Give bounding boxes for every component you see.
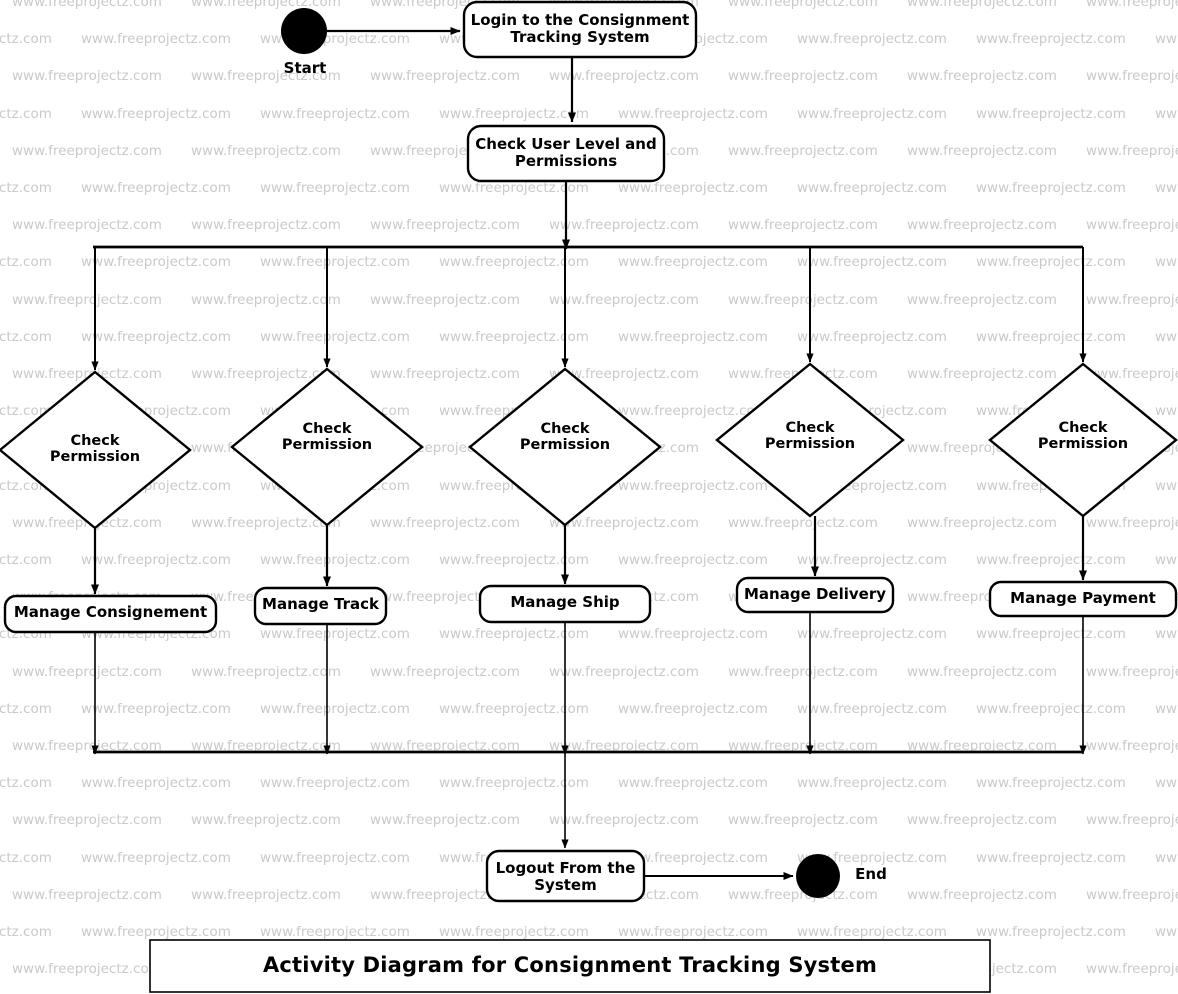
decision-check-permission-2[interactable] xyxy=(230,367,424,527)
diagram-layer: Start Login to the Consignment Tracking … xyxy=(0,0,1178,994)
title-box xyxy=(149,939,991,993)
action-manage-track[interactable] xyxy=(253,586,388,626)
decision-check-permission-3[interactable] xyxy=(468,367,662,527)
action-manage-payment[interactable] xyxy=(988,580,1178,618)
action-manage-ship[interactable] xyxy=(478,584,652,624)
decision-check-permission-5[interactable] xyxy=(988,362,1178,518)
start-node[interactable] xyxy=(281,8,327,54)
action-manage-delivery[interactable] xyxy=(735,576,895,614)
end-node[interactable] xyxy=(796,854,840,898)
decision-check-permission-4[interactable] xyxy=(715,362,905,518)
action-manage-consignement[interactable] xyxy=(3,594,218,634)
activity-diagram-canvas: www.freeprojectz.com www.freeprojectz.com… xyxy=(0,0,1178,994)
action-logout[interactable] xyxy=(485,849,646,903)
action-login[interactable] xyxy=(462,0,698,59)
action-check-user-level[interactable] xyxy=(466,124,666,183)
decision-check-permission-1[interactable] xyxy=(0,370,192,530)
diagram-svg xyxy=(0,0,1178,993)
